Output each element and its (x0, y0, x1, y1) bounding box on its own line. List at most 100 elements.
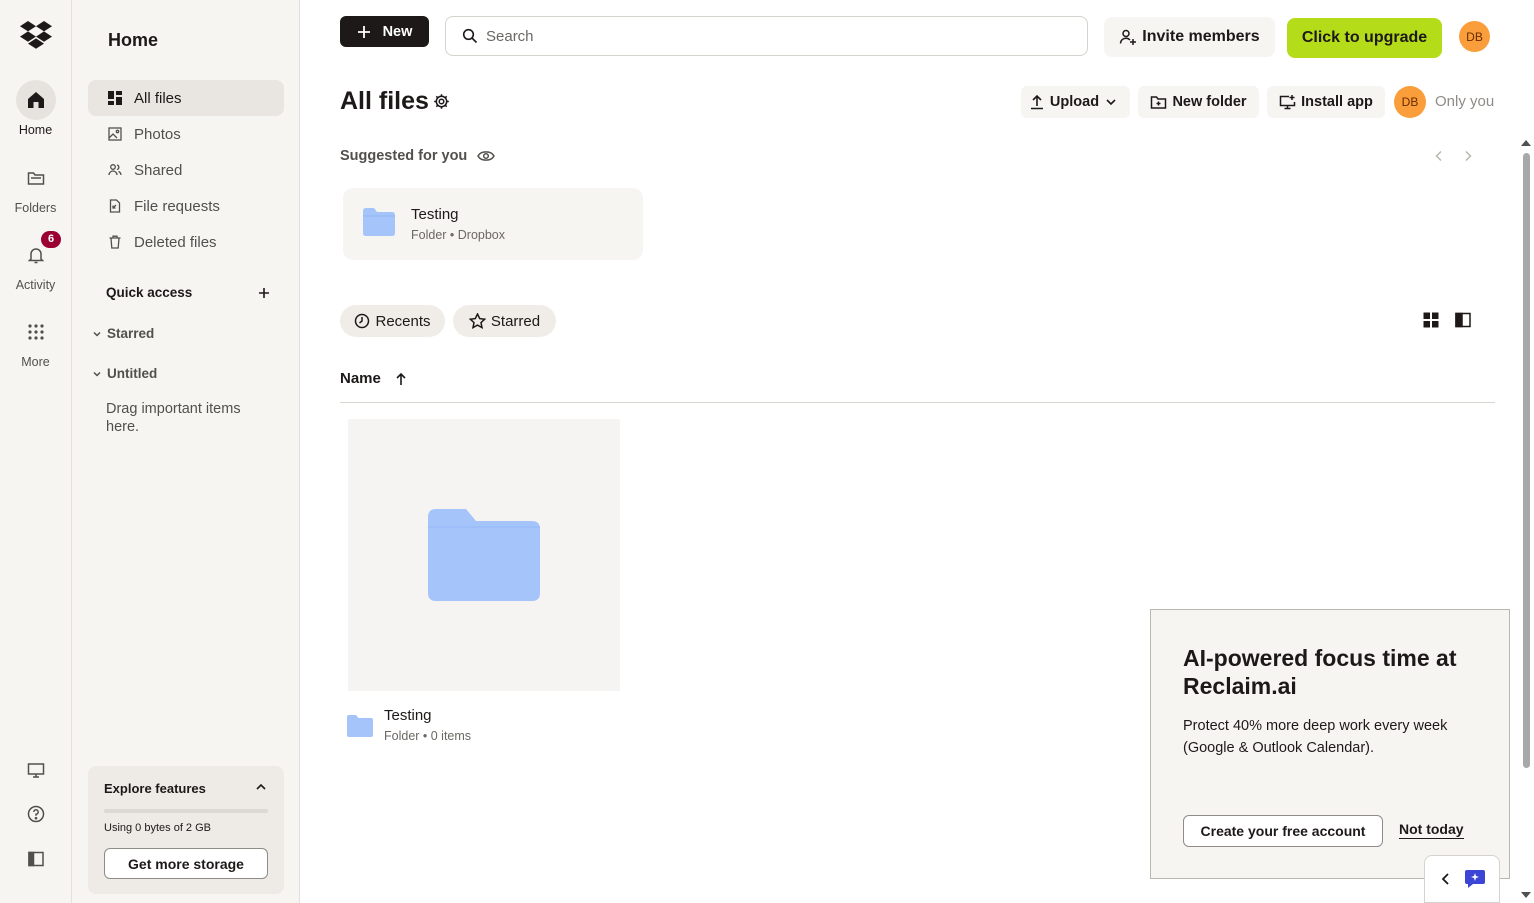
left-rail: Home Folders Activity 6 More (0, 0, 72, 903)
clock-icon (355, 313, 370, 329)
explore-features-panel: Explore features Using 0 bytes of 2 GB G… (88, 766, 284, 894)
gear-icon[interactable] (433, 93, 450, 110)
rail-home[interactable]: Home (0, 80, 71, 137)
suggested-card[interactable]: Testing Folder • Dropbox (343, 188, 643, 260)
drag-hint: Drag important items here. (106, 401, 241, 435)
promo-body: Protect 40% more deep work every week (G… (1183, 718, 1448, 756)
folder-icon (363, 208, 395, 238)
upload-icon (1030, 94, 1043, 110)
rail-activity[interactable]: Activity (0, 235, 71, 292)
chevron-right-icon[interactable] (1461, 149, 1475, 163)
upload-button[interactable]: Upload (1021, 86, 1130, 118)
promo-panel: AI-powered focus time at Reclaim.ai Prot… (1150, 609, 1510, 879)
get-more-storage-button[interactable]: Get more storage (104, 848, 268, 879)
search-bar[interactable] (445, 16, 1088, 56)
ai-chat-icon[interactable] (1464, 869, 1486, 889)
suggested-card-meta: Folder • Dropbox (411, 228, 506, 242)
invite-members-button[interactable]: Invite members (1104, 17, 1275, 57)
arrow-up-icon (396, 372, 406, 385)
dropbox-logo-icon[interactable] (20, 20, 52, 50)
rail-more-label: More (21, 355, 50, 369)
sidebar-item-label: Shared (134, 161, 183, 179)
sidebar-item-label: File requests (134, 197, 220, 215)
create-account-button[interactable]: Create your free account (1183, 815, 1383, 847)
member-avatar: DB (1394, 86, 1426, 118)
sidebar: Home All files Photos Shared File reques… (72, 0, 300, 903)
not-today-link[interactable]: Not today (1399, 821, 1464, 839)
rail-activity-label: Activity (15, 278, 56, 292)
activity-count-badge: 6 (41, 231, 61, 248)
add-quick-access-icon[interactable] (256, 285, 272, 301)
file-request-icon (108, 199, 122, 213)
upload-label: Upload (1049, 94, 1100, 110)
sidebar-item-file-requests[interactable]: File requests (88, 188, 284, 224)
rail-home-label: Home (18, 123, 53, 137)
chevron-left-icon[interactable] (1432, 149, 1446, 163)
file-tile-meta: Folder • 0 items (384, 729, 472, 743)
collapse-sidebar-icon[interactable] (24, 847, 48, 871)
home-icon (15, 80, 56, 120)
file-tile-name[interactable]: Testing (384, 707, 432, 724)
quick-access-heading: Quick access (106, 285, 193, 300)
sidebar-item-label: All files (134, 89, 182, 107)
new-button[interactable]: New (340, 16, 429, 47)
new-folder-button[interactable]: New folder (1138, 86, 1259, 118)
starred-label: Starred (490, 312, 541, 330)
chevron-down-icon (93, 371, 101, 377)
chevron-down-icon (1106, 99, 1116, 106)
eye-icon[interactable] (477, 149, 496, 163)
star-icon (468, 313, 486, 329)
file-tile-preview[interactable] (348, 419, 620, 691)
desktop-app-icon[interactable] (24, 758, 48, 782)
plus-icon (357, 25, 370, 38)
promo-title: AI-powered focus time at Reclaim.ai (1183, 645, 1457, 699)
explore-features-title: Explore features (104, 781, 206, 796)
recents-filter[interactable]: Recents (340, 305, 445, 337)
sharing-status: Only you (1435, 93, 1495, 110)
new-folder-label: New folder (1172, 94, 1247, 110)
section-label: Untitled (107, 366, 158, 381)
header-divider (340, 402, 1495, 403)
install-app-button[interactable]: Install app (1267, 86, 1385, 118)
search-icon (462, 28, 478, 44)
suggested-heading: Suggested for you (340, 148, 496, 164)
grid-files-icon (108, 91, 122, 105)
folder-icon (428, 509, 540, 601)
add-person-icon (1120, 29, 1137, 45)
photo-icon (108, 127, 122, 141)
rail-more[interactable]: More (0, 312, 71, 369)
section-untitled[interactable]: Untitled (92, 366, 157, 381)
scroll-up-arrow-icon[interactable] (1521, 140, 1531, 146)
invite-members-label: Invite members (1142, 28, 1260, 45)
name-column-label: Name (340, 370, 381, 387)
chevron-up-icon[interactable] (254, 780, 268, 794)
chevron-down-icon (93, 331, 101, 337)
people-icon (108, 163, 122, 177)
section-starred[interactable]: Starred (92, 326, 154, 341)
account-avatar[interactable]: DB (1459, 21, 1490, 52)
sidebar-item-deleted-files[interactable]: Deleted files (88, 224, 284, 260)
chevron-left-icon[interactable] (1439, 872, 1453, 886)
folder-icon (347, 715, 373, 739)
recents-label: Recents (375, 312, 431, 330)
upgrade-button[interactable]: Click to upgrade (1287, 18, 1442, 58)
section-label: Starred (107, 326, 155, 341)
search-input[interactable] (486, 27, 1046, 45)
scrollbar-thumb[interactable] (1523, 153, 1530, 768)
assistant-dock (1424, 855, 1500, 903)
grid-view-icon[interactable] (1423, 312, 1439, 328)
page-title: All files (340, 87, 429, 115)
preview-panel-icon[interactable] (1455, 312, 1471, 328)
sidebar-item-all-files[interactable]: All files (88, 80, 284, 116)
sidebar-item-shared[interactable]: Shared (88, 152, 284, 188)
help-icon[interactable] (24, 802, 48, 826)
install-app-label: Install app (1301, 94, 1373, 110)
starred-filter[interactable]: Starred (453, 305, 556, 337)
storage-usage-bar (104, 809, 268, 813)
sort-by-name[interactable]: Name (340, 370, 407, 387)
scroll-down-arrow-icon[interactable] (1521, 892, 1531, 898)
apps-grid-icon (16, 312, 56, 352)
rail-folders[interactable]: Folders (0, 158, 71, 215)
sidebar-item-photos[interactable]: Photos (88, 116, 284, 152)
desktop-app-icon (1279, 95, 1296, 110)
